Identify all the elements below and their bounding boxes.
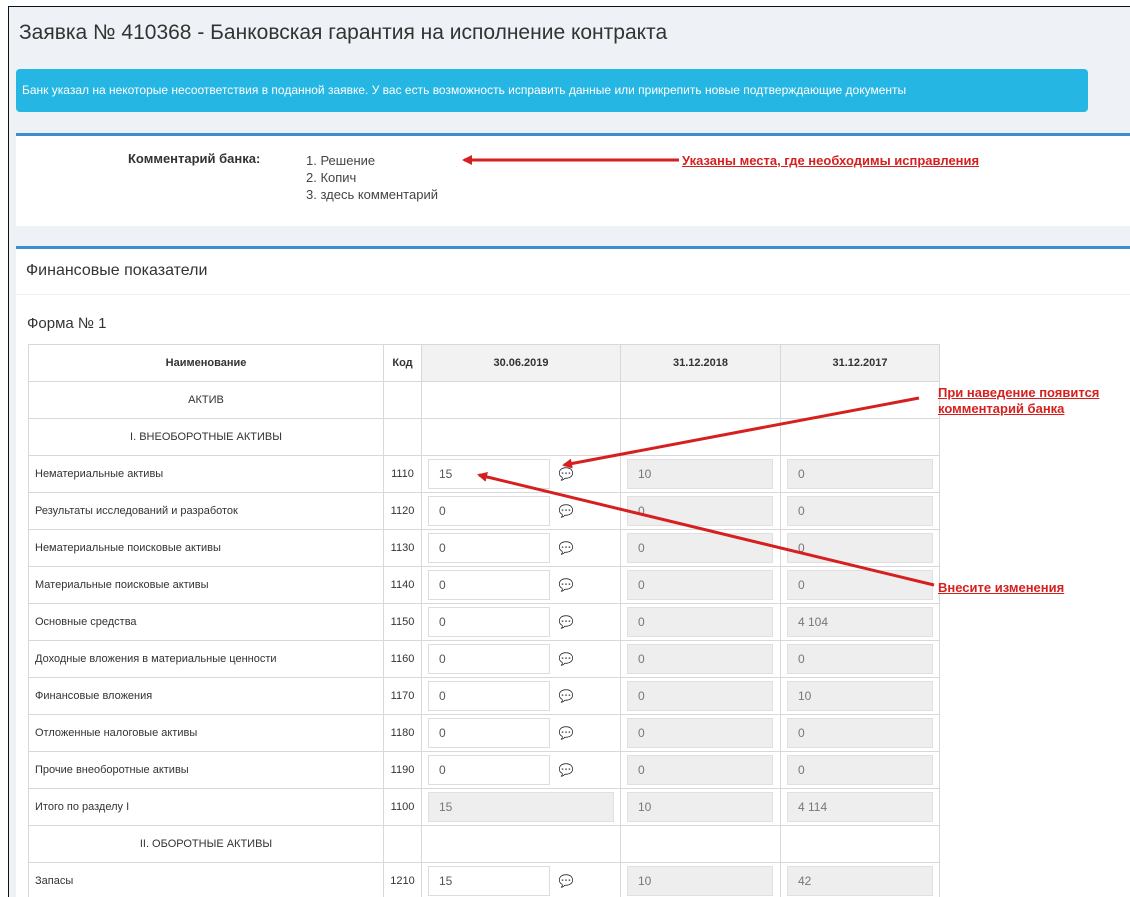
page-frame: Заявка № 410368 - Банковская гарантия на…	[8, 6, 1130, 897]
arrow-hover	[562, 396, 920, 469]
arrow-make-changes	[477, 472, 935, 587]
annotation-arrows	[462, 155, 935, 587]
